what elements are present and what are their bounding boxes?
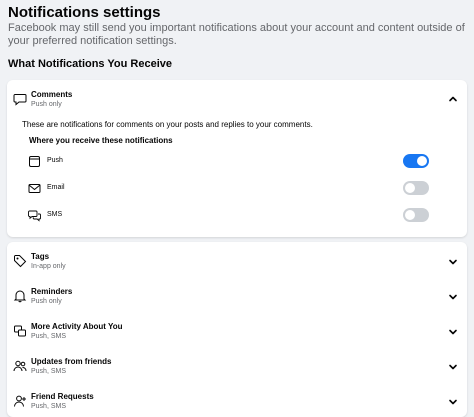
category-row-tags[interactable]: Tags In-app only [7, 246, 467, 276]
section-heading: What Notifications You Receive [8, 58, 173, 70]
comments-description: These are notifications for comments on … [22, 120, 313, 129]
category-row-reminders[interactable]: Reminders Push only [7, 281, 467, 311]
tag-icon [13, 254, 27, 268]
category-subtitle: Push, SMS [31, 403, 67, 410]
category-title: Updates from friends [31, 357, 112, 366]
category-subtitle: In-app only [31, 263, 66, 270]
toggle-knob [405, 183, 415, 193]
toggle-knob [417, 156, 427, 166]
comment-icon [13, 92, 27, 106]
category-title: More Activity About You [31, 322, 123, 331]
push-toggle[interactable] [403, 154, 429, 168]
category-row-friend-requests[interactable]: Friend Requests Push, SMS [7, 386, 467, 416]
email-icon [28, 182, 41, 195]
where-receive-label: Where you receive these notifications [29, 136, 173, 145]
option-label-email: Email [47, 184, 65, 191]
category-title: Tags [31, 252, 50, 261]
friend-request-icon [13, 394, 27, 408]
category-subtitle: Push only [31, 298, 62, 305]
chevron-down-icon[interactable] [447, 291, 459, 303]
category-row-more-activity[interactable]: More Activity About You Push, SMS [7, 316, 467, 346]
notifications-settings-page: Notifications settings Facebook may stil… [0, 0, 474, 417]
category-subtitle: Push, SMS [31, 333, 67, 340]
comments-header[interactable]: Comments Push only [7, 84, 467, 114]
sms-icon [28, 209, 41, 222]
push-icon [28, 155, 41, 168]
notification-categories-card: Tags In-app only Reminders Push only Mor… [7, 242, 467, 417]
page-title: Notifications settings [8, 4, 161, 21]
category-title: Friend Requests [31, 392, 94, 401]
toggle-knob [405, 210, 415, 220]
comments-settings-card: Comments Push only These are notificatio… [7, 80, 467, 237]
category-row-updates-from-friends[interactable]: Updates from friends Push, SMS [7, 351, 467, 381]
option-row-sms: SMS [7, 205, 467, 227]
activity-icon [13, 324, 27, 338]
option-row-email: Email [7, 178, 467, 200]
sms-toggle[interactable] [403, 208, 429, 222]
chevron-down-icon[interactable] [447, 396, 459, 408]
chevron-up-icon[interactable] [447, 93, 459, 105]
option-row-push: Push [7, 151, 467, 173]
option-label-push: Push [47, 157, 63, 164]
friends-icon [13, 359, 27, 373]
comments-title: Comments [31, 90, 73, 99]
chevron-down-icon[interactable] [447, 361, 459, 373]
category-subtitle: Push, SMS [31, 368, 67, 375]
email-toggle[interactable] [403, 181, 429, 195]
category-title: Reminders [31, 287, 73, 296]
comments-subtitle: Push only [31, 101, 62, 108]
bell-icon [13, 289, 27, 303]
chevron-down-icon[interactable] [447, 326, 459, 338]
chevron-down-icon[interactable] [447, 256, 459, 268]
page-subtitle: Facebook may still send you important no… [8, 22, 465, 47]
option-label-sms: SMS [47, 211, 63, 218]
